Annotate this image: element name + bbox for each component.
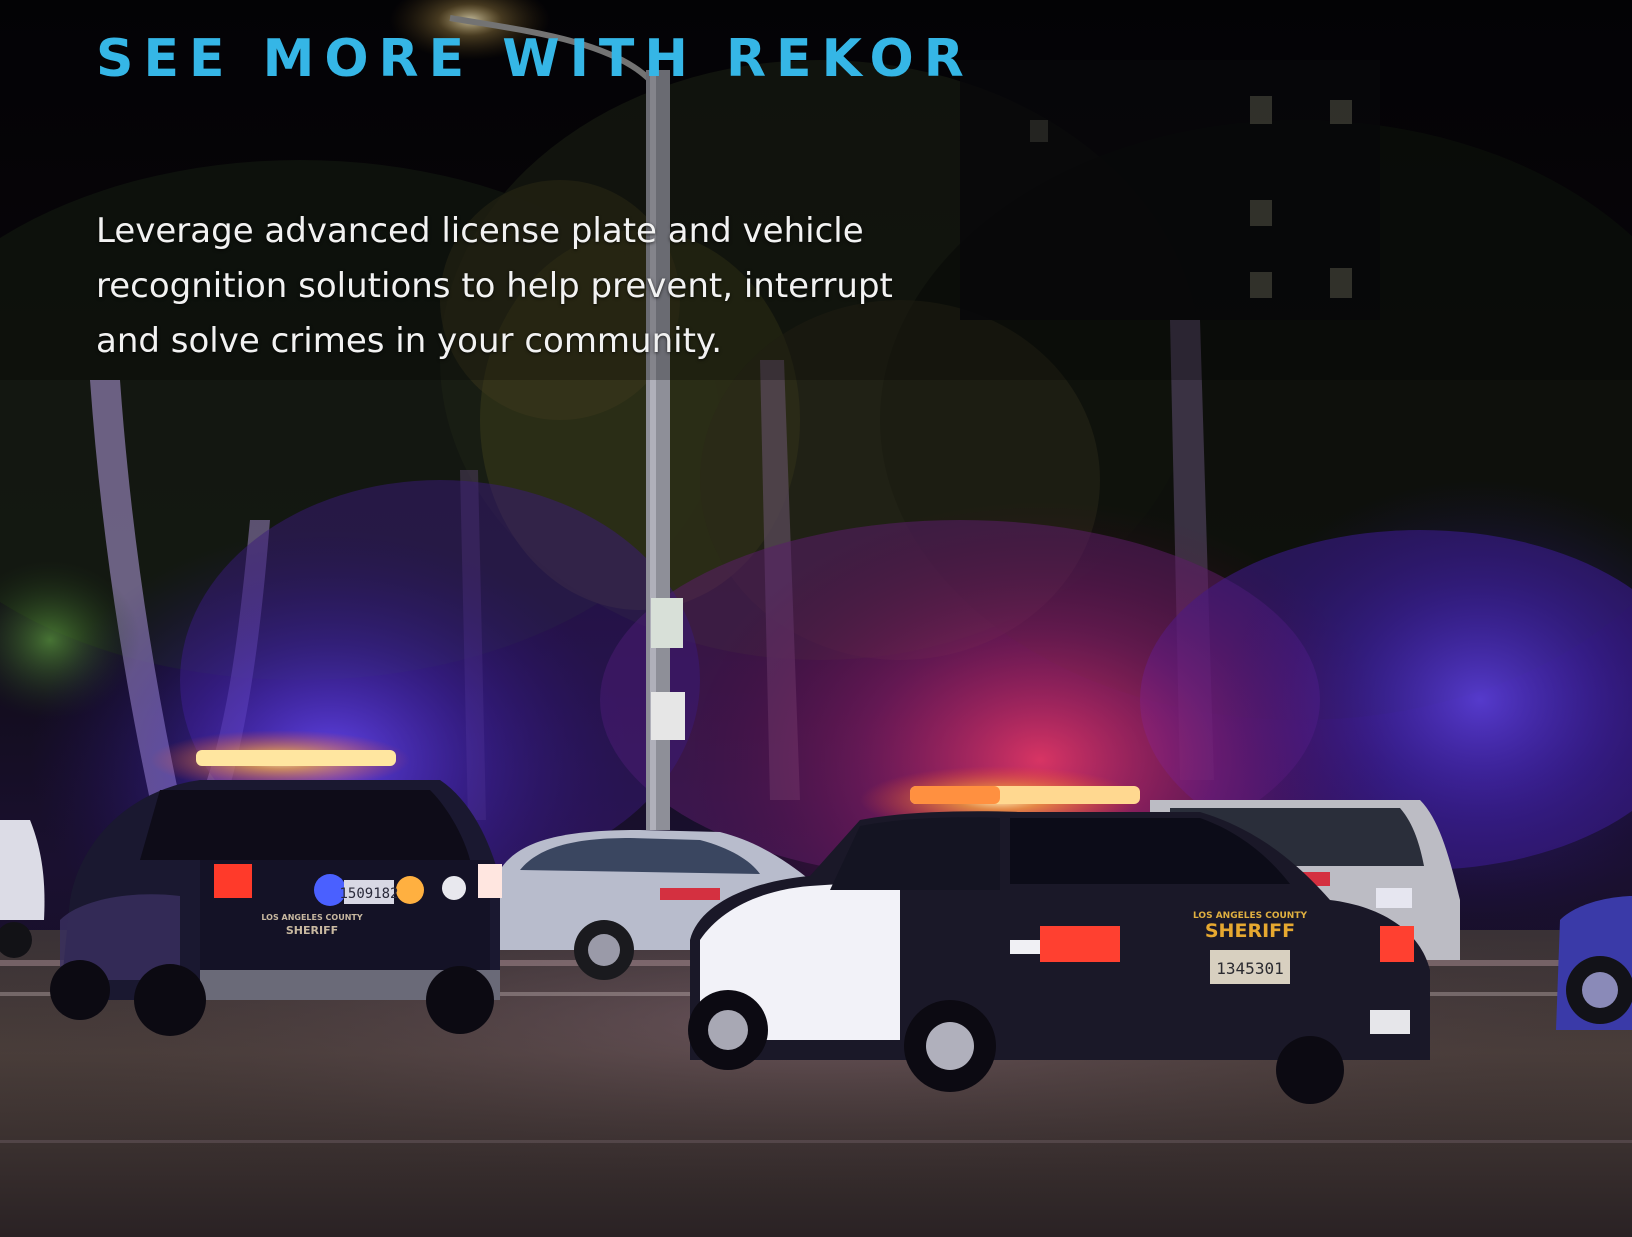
sedan-sheriff-text: SHERIFF — [1205, 920, 1295, 942]
police-night-scene-photo: 1509182 LOS ANGELES COUNTY SHERIFF 13453… — [0, 0, 1632, 1237]
hero-body-line: Leverage advanced license plate and vehi… — [96, 211, 864, 251]
hero-body-line: recognition solutions to help prevent, i… — [96, 266, 893, 306]
suv-license-plate: 1509182 — [339, 886, 398, 902]
hero-body-text: Leverage advanced license plate and vehi… — [96, 204, 976, 369]
suv-county-text: LOS ANGELES COUNTY — [261, 913, 363, 922]
hero-section: 1509182 LOS ANGELES COUNTY SHERIFF 13453… — [0, 0, 1632, 1237]
hero-body-line: and solve crimes in your community. — [96, 321, 723, 361]
suv-sheriff-text: SHERIFF — [286, 924, 338, 937]
hero-headline: SEE MORE WITH REKOR — [96, 29, 974, 89]
parked-car-right-edge — [1556, 896, 1632, 1030]
sedan-license-plate: 1345301 — [1216, 959, 1283, 978]
